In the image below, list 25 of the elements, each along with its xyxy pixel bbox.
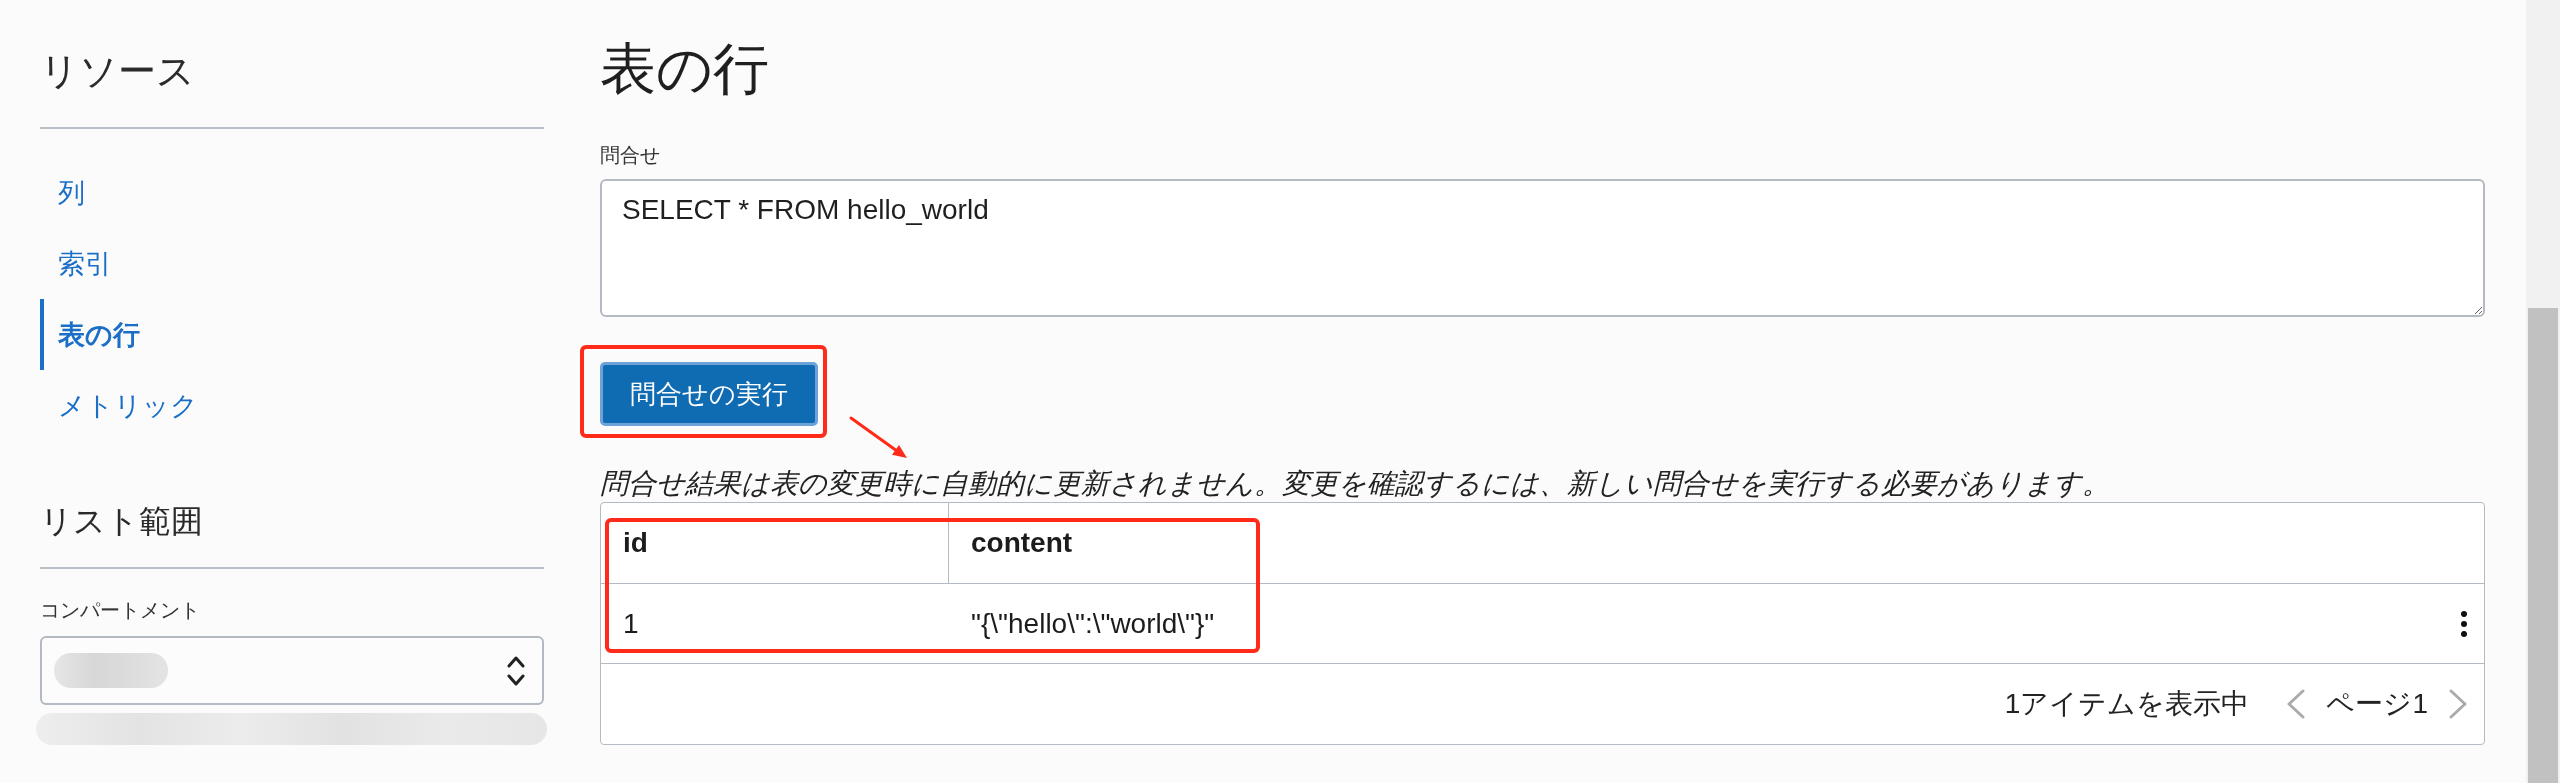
page-number: ページ1 [2326,687,2428,721]
item-count: 1アイテムを表示中 [2004,687,2250,721]
chevron-left-icon [2286,689,2307,719]
chevron-right-icon [2448,689,2468,719]
note-text: 問合せ結果は表の変更時に自動的に更新されません。変更を確認するには、新しい問合せを実行する必要があります。 [600,469,2111,499]
section-title: リスト範囲 [40,502,204,541]
section-title: リソース [40,50,196,93]
page-title: 表の行 [600,36,770,102]
field-label: 問合せ [600,144,661,167]
nav-link[interactable]: 表の行 [40,299,544,370]
column-header[interactable]: id [601,503,949,583]
nav-link[interactable]: 列 [40,157,544,228]
more-icon[interactable] [2461,610,2467,637]
annotation-arrow [849,416,909,460]
compartment-select[interactable] [40,636,544,705]
field-label: コンパートメント [40,598,201,622]
scrollbar-track[interactable] [2526,0,2560,783]
column-header[interactable]: content [949,503,2484,583]
run-query-button[interactable]: 問合せの実行 [600,362,818,426]
scrollbar-thumb[interactable] [2528,308,2558,783]
query-field[interactable]: SELECT * FROM hello_world [600,179,2485,317]
nav-link[interactable]: メトリック [40,370,544,441]
table-cell-text: "{\"hello\":\"world\"}" [970,606,1216,641]
table-cell-text: 1 [622,606,640,641]
nav-link[interactable]: 索引 [40,228,544,299]
